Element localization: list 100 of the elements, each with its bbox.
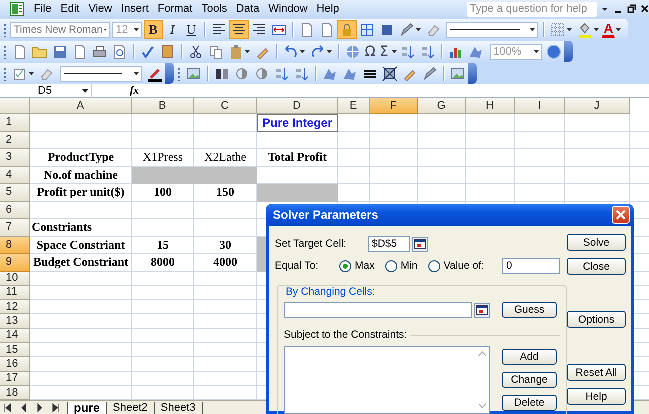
menu-item[interactable]: File <box>30 3 56 15</box>
dialog-button[interactable]: Reset All <box>567 364 626 381</box>
line-style-field[interactable] <box>446 22 538 38</box>
row-header[interactable]: 3 <box>0 149 30 166</box>
dropdown-arrow-icon[interactable] <box>134 72 139 76</box>
dropdown-arrow-icon[interactable] <box>327 50 332 54</box>
last-sheet-icon[interactable] <box>51 402 61 414</box>
value-field[interactable]: 0 <box>502 258 560 274</box>
row-header[interactable]: 10 <box>0 272 30 286</box>
radio-button[interactable]: Max <box>339 260 375 272</box>
dropdown-arrow-icon[interactable] <box>534 50 539 54</box>
close-button[interactable] <box>612 206 630 224</box>
underline-button[interactable]: U <box>182 20 201 39</box>
target-cell-field[interactable]: $D$5 <box>368 236 410 252</box>
row-header[interactable]: 11 <box>0 286 30 300</box>
changing-cells-field[interactable] <box>284 302 472 318</box>
menu-item[interactable]: Tools <box>198 3 232 15</box>
bold-button[interactable]: B <box>144 20 163 39</box>
radio-button[interactable]: Min <box>384 260 418 272</box>
column-header[interactable]: D <box>257 98 338 114</box>
column-header[interactable]: A <box>30 98 132 114</box>
insert-function-button[interactable]: fx <box>128 84 142 96</box>
toolbar-options-button[interactable] <box>165 63 174 84</box>
symbol-button[interactable]: Ω <box>363 42 378 61</box>
dropdown-arrow-icon[interactable] <box>594 28 599 32</box>
row-header[interactable]: 5 <box>0 184 30 202</box>
toolbar-grip[interactable] <box>177 66 181 80</box>
row-header[interactable]: 14 <box>0 328 30 343</box>
row-header[interactable]: 9 <box>0 254 30 272</box>
guess-button[interactable]: Guess <box>502 302 557 318</box>
menu-item[interactable]: View <box>84 3 116 15</box>
dialog-button[interactable]: Help <box>567 388 626 405</box>
radio-button[interactable]: Value of: <box>428 260 484 272</box>
dropdown-arrow-icon[interactable] <box>104 28 107 32</box>
close-icon[interactable] <box>641 3 649 15</box>
row-header[interactable]: 2 <box>0 132 30 149</box>
dropdown-arrow-icon[interactable] <box>134 28 139 32</box>
dropdown-arrow-icon[interactable] <box>245 50 250 54</box>
previous-sheet-icon[interactable] <box>19 402 29 414</box>
toolbar-grip[interactable] <box>3 44 7 58</box>
dropdown-arrow-icon[interactable] <box>616 28 622 32</box>
column-header[interactable]: J <box>565 98 630 114</box>
dropdown-arrow-icon[interactable] <box>82 88 89 92</box>
cell-picker-button[interactable] <box>412 236 428 252</box>
autosum-button[interactable]: Σ <box>378 42 391 61</box>
row-header[interactable]: 1 <box>0 114 30 132</box>
constraint-button[interactable]: Delete <box>502 395 557 411</box>
crop-button[interactable] <box>380 64 400 83</box>
toolbar-options-button[interactable] <box>564 41 573 62</box>
row-header[interactable]: 6 <box>0 202 30 219</box>
column-header[interactable]: I <box>515 98 565 114</box>
menu-item[interactable]: Edit <box>56 3 84 15</box>
dialog-button[interactable]: Close <box>567 258 626 275</box>
toolbar-options-button[interactable] <box>468 63 477 84</box>
column-header[interactable]: F <box>370 98 418 114</box>
column-header[interactable]: E <box>338 98 370 114</box>
italic-button[interactable]: I <box>163 20 182 39</box>
help-search-field[interactable]: Type a question for help <box>467 2 597 16</box>
constraint-button[interactable]: Change <box>502 372 557 388</box>
font-field[interactable]: Times New Roman <box>10 22 110 38</box>
row-header[interactable]: 8 <box>0 236 30 254</box>
row-header[interactable]: 17 <box>0 372 30 386</box>
lock-button[interactable] <box>337 20 357 39</box>
dropdown-arrow-icon[interactable] <box>416 28 421 32</box>
dropdown-arrow-icon[interactable] <box>392 50 397 54</box>
menu-item[interactable]: Window <box>264 3 312 15</box>
dropdown-arrow-icon[interactable] <box>530 28 535 32</box>
menu-item[interactable]: Data <box>232 3 264 15</box>
column-header[interactable]: C <box>194 98 257 114</box>
next-sheet-icon[interactable] <box>35 402 45 414</box>
spreadsheet-icon[interactable] <box>10 2 24 16</box>
sheet-tab[interactable]: Sheet3 <box>154 402 203 414</box>
dropdown-arrow-icon[interactable] <box>29 72 34 76</box>
column-header[interactable]: B <box>132 98 194 114</box>
restore-icon[interactable] <box>627 3 637 15</box>
row-header[interactable]: 12 <box>0 300 30 314</box>
row-header[interactable]: 18 <box>0 386 30 400</box>
sheet-tab[interactable]: Sheet2 <box>106 402 155 414</box>
row-header[interactable]: 16 <box>0 357 30 372</box>
dropdown-arrow-icon[interactable] <box>567 28 572 32</box>
toolbar-grip[interactable] <box>3 22 7 36</box>
dialog-button[interactable]: Options <box>567 311 626 328</box>
toolbar-grip[interactable] <box>3 66 7 80</box>
menu-item[interactable]: Format <box>154 3 197 15</box>
menu-item[interactable]: Insert <box>117 3 153 15</box>
row-header[interactable]: 13 <box>0 314 30 329</box>
globe-icon <box>345 44 361 60</box>
dialog-button[interactable]: Solve <box>567 234 626 251</box>
cell-picker-button[interactable] <box>474 302 490 318</box>
row-header[interactable]: 7 <box>0 219 30 236</box>
align-center-button[interactable] <box>229 20 249 39</box>
column-header[interactable]: G <box>418 98 466 114</box>
dropdown-arrow-icon[interactable] <box>300 50 305 54</box>
constraint-button[interactable]: Add <box>502 349 557 365</box>
line-style-field[interactable] <box>60 66 142 82</box>
row-header[interactable]: 15 <box>0 342 30 358</box>
first-sheet-icon[interactable] <box>3 402 13 414</box>
row-header[interactable]: 4 <box>0 166 30 184</box>
menu-item[interactable]: Help <box>312 3 344 15</box>
column-header[interactable]: H <box>466 98 515 114</box>
